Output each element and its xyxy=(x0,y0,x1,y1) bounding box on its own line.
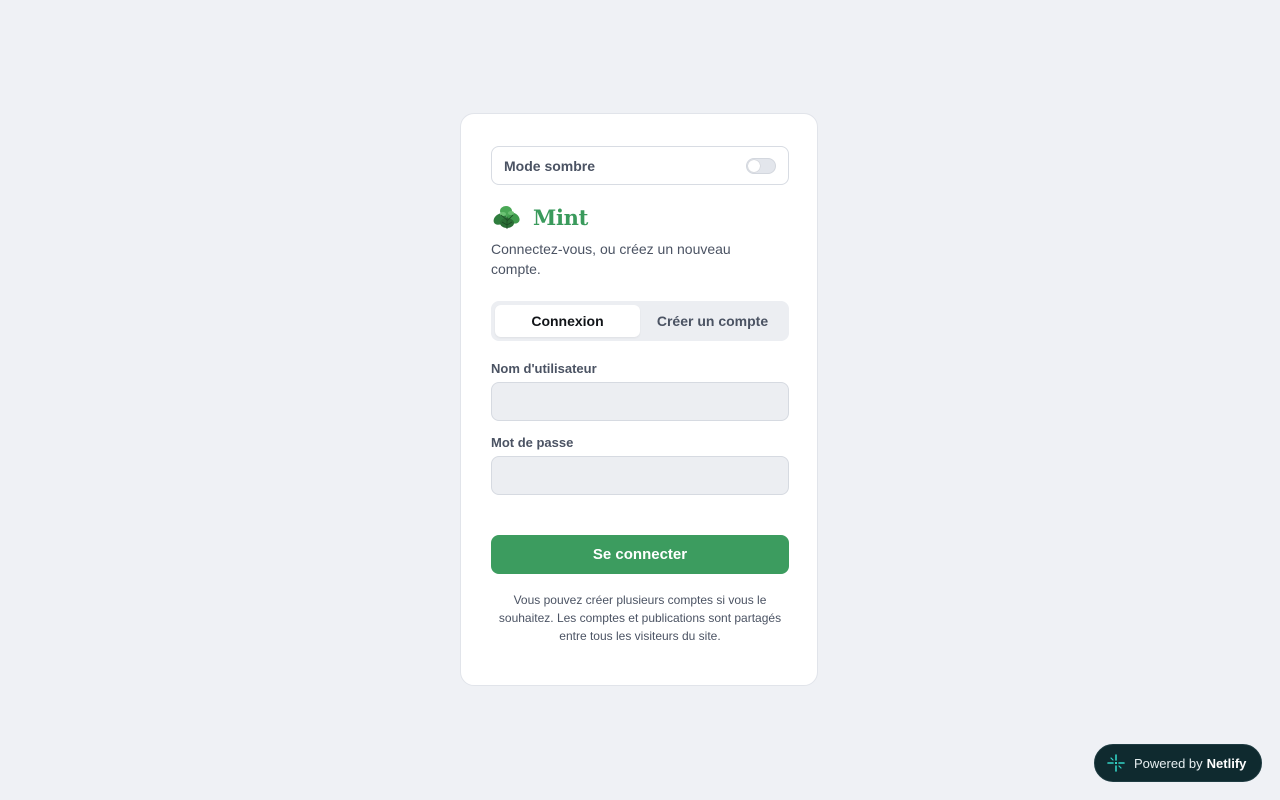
subtitle: Connectez-vous, ou créez un nouveau comp… xyxy=(491,241,731,277)
password-input[interactable] xyxy=(491,456,789,495)
netlify-icon xyxy=(1107,754,1125,772)
netlify-prefix: Powered by xyxy=(1134,755,1203,771)
login-button[interactable]: Se connecter xyxy=(491,535,789,574)
login-card-content: Mode sombre Mint Connectez-vous, ou crée… xyxy=(491,146,789,645)
netlify-badge[interactable]: Powered by Netlify xyxy=(1094,744,1262,782)
username-input[interactable] xyxy=(491,382,789,421)
brand: Mint xyxy=(491,202,789,232)
dark-mode-label: Mode sombre xyxy=(504,157,596,174)
password-label: Mot de passe xyxy=(491,435,574,450)
brand-name: Mint xyxy=(533,204,588,230)
tab-login[interactable]: Connexion xyxy=(495,305,640,337)
toggle-knob xyxy=(748,159,760,172)
login-card: Mode sombre Mint Connectez-vous, ou crée… xyxy=(460,113,818,686)
info-note: Vous pouvez créer plusieurs comptes si v… xyxy=(498,593,782,643)
mint-leaf-icon xyxy=(493,206,520,229)
auth-tabs: Connexion Créer un compte xyxy=(491,301,789,341)
dark-mode-toggle[interactable] xyxy=(746,157,776,174)
netlify-brand: Netlify xyxy=(1206,755,1247,771)
dark-mode-row: Mode sombre xyxy=(491,146,789,185)
username-label: Nom d'utilisateur xyxy=(491,361,597,376)
tab-create-account[interactable]: Créer un compte xyxy=(640,305,785,337)
